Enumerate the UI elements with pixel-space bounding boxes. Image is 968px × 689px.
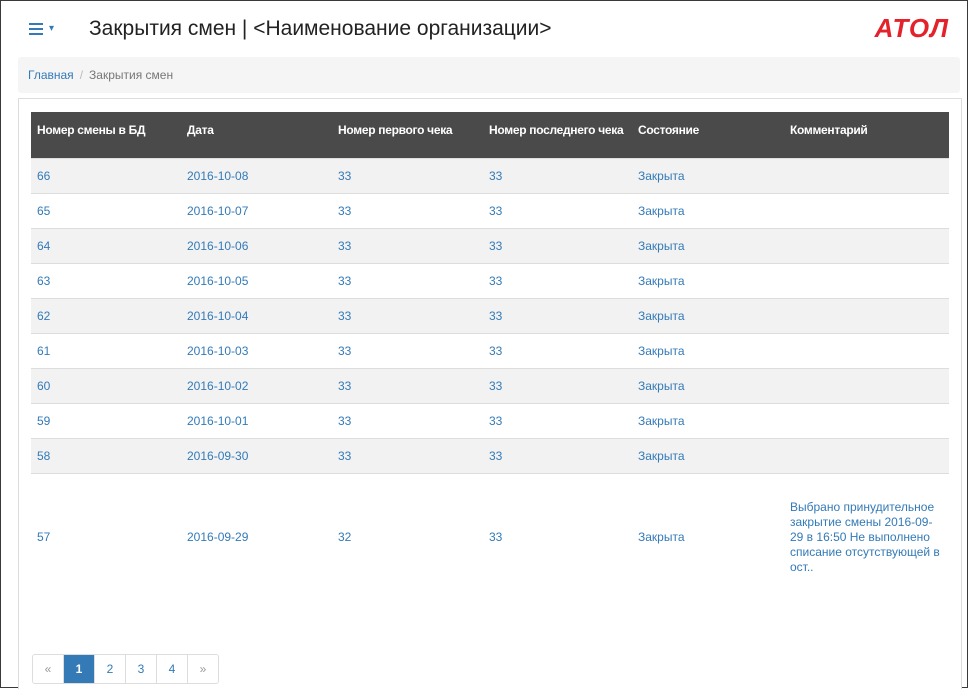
table-row[interactable]: 60 2016-10-02 33 33 Закрыта: [31, 367, 949, 403]
cell-comment[interactable]: [784, 157, 949, 193]
table-row[interactable]: 62 2016-10-04 33 33 Закрыта: [31, 297, 949, 333]
cell-first-receipt[interactable]: 32: [332, 472, 483, 601]
cell-first-receipt[interactable]: 33: [332, 437, 483, 473]
cell-comment[interactable]: [784, 297, 949, 333]
cell-last-receipt[interactable]: 33: [483, 297, 632, 333]
cell-state[interactable]: Закрыта: [632, 367, 784, 403]
cell-comment[interactable]: [784, 402, 949, 438]
cell-comment[interactable]: [784, 332, 949, 368]
cell-last-receipt[interactable]: 33: [483, 472, 632, 601]
cell-comment[interactable]: Выбрано принудительное закрытие смены 20…: [784, 472, 949, 601]
pagination-page-1[interactable]: 1: [63, 655, 94, 683]
cell-comment[interactable]: [784, 192, 949, 228]
table-row[interactable]: 57 2016-09-29 32 33 Закрыта Выбрано прин…: [31, 472, 949, 601]
pagination-prev-button[interactable]: «: [33, 655, 63, 683]
cell-state[interactable]: Закрыта: [632, 402, 784, 438]
column-header-state[interactable]: Состояние: [632, 112, 784, 158]
table-row[interactable]: 63 2016-10-05 33 33 Закрыта: [31, 262, 949, 298]
cell-state[interactable]: Закрыта: [632, 297, 784, 333]
cell-first-receipt[interactable]: 33: [332, 402, 483, 438]
table-row[interactable]: 66 2016-10-08 33 33 Закрыта: [31, 157, 949, 193]
table-header-row: Номер смены в БД Дата Номер первого чека…: [31, 112, 949, 158]
cell-comment[interactable]: [784, 227, 949, 263]
cell-shift-id[interactable]: 64: [31, 227, 181, 263]
cell-shift-id[interactable]: 58: [31, 437, 181, 473]
cell-shift-id[interactable]: 63: [31, 262, 181, 298]
shift-closures-table: Номер смены в БД Дата Номер первого чека…: [31, 112, 949, 601]
cell-last-receipt[interactable]: 33: [483, 157, 632, 193]
cell-shift-id[interactable]: 66: [31, 157, 181, 193]
table-row[interactable]: 58 2016-09-30 33 33 Закрыта: [31, 437, 949, 473]
table-row[interactable]: 61 2016-10-03 33 33 Закрыта: [31, 332, 949, 368]
cell-date[interactable]: 2016-10-08: [181, 157, 332, 193]
cell-last-receipt[interactable]: 33: [483, 402, 632, 438]
cell-date[interactable]: 2016-10-03: [181, 332, 332, 368]
column-header-shift-id[interactable]: Номер смены в БД: [31, 112, 181, 158]
cell-date[interactable]: 2016-10-01: [181, 402, 332, 438]
cell-state[interactable]: Закрыта: [632, 157, 784, 193]
cell-state[interactable]: Закрыта: [632, 262, 784, 298]
app-header: ▾ Закрытия смен | <Наименование организа…: [1, 1, 967, 57]
cell-shift-id[interactable]: 61: [31, 332, 181, 368]
cell-first-receipt[interactable]: 33: [332, 157, 483, 193]
cell-last-receipt[interactable]: 33: [483, 437, 632, 473]
cell-shift-id[interactable]: 57: [31, 472, 181, 601]
cell-date[interactable]: 2016-10-04: [181, 297, 332, 333]
cell-first-receipt[interactable]: 33: [332, 262, 483, 298]
breadcrumb-home-link[interactable]: Главная: [28, 68, 74, 82]
pagination: « 1 2 3 4 »: [32, 654, 219, 684]
column-header-comment[interactable]: Комментарий: [784, 112, 949, 158]
cell-state[interactable]: Закрыта: [632, 437, 784, 473]
cell-last-receipt[interactable]: 33: [483, 227, 632, 263]
cell-last-receipt[interactable]: 33: [483, 192, 632, 228]
menu-toggle-button[interactable]: ▾: [29, 19, 54, 39]
cell-state[interactable]: Закрыта: [632, 332, 784, 368]
cell-comment[interactable]: [784, 367, 949, 403]
breadcrumb-current: Закрытия смен: [89, 68, 174, 82]
cell-shift-id[interactable]: 59: [31, 402, 181, 438]
cell-state[interactable]: Закрыта: [632, 227, 784, 263]
cell-state[interactable]: Закрыта: [632, 472, 784, 601]
cell-date[interactable]: 2016-10-05: [181, 262, 332, 298]
cell-first-receipt[interactable]: 33: [332, 297, 483, 333]
cell-date[interactable]: 2016-10-07: [181, 192, 332, 228]
atol-logo: ATOЛ: [874, 13, 949, 43]
cell-first-receipt[interactable]: 33: [332, 332, 483, 368]
cell-first-receipt[interactable]: 33: [332, 227, 483, 263]
breadcrumb-bar: Главная / Закрытия смен: [18, 57, 960, 93]
cell-last-receipt[interactable]: 33: [483, 332, 632, 368]
cell-state[interactable]: Закрыта: [632, 192, 784, 228]
cell-date[interactable]: 2016-10-02: [181, 367, 332, 403]
table-row[interactable]: 64 2016-10-06 33 33 Закрыта: [31, 227, 949, 263]
breadcrumb: Главная / Закрытия смен: [28, 68, 173, 82]
cell-date[interactable]: 2016-09-29: [181, 472, 332, 601]
cell-last-receipt[interactable]: 33: [483, 367, 632, 403]
cell-first-receipt[interactable]: 33: [332, 192, 483, 228]
column-header-first-receipt[interactable]: Номер первого чека: [332, 112, 483, 158]
cell-shift-id[interactable]: 65: [31, 192, 181, 228]
pagination-page-4[interactable]: 4: [156, 655, 187, 683]
column-header-date[interactable]: Дата: [181, 112, 332, 158]
content-panel: Номер смены в БД Дата Номер первого чека…: [18, 98, 962, 689]
page-title: Закрытия смен | <Наименование организаци…: [89, 17, 552, 40]
hamburger-icon: [29, 23, 43, 35]
breadcrumb-separator: /: [79, 68, 84, 82]
cell-shift-id[interactable]: 62: [31, 297, 181, 333]
pagination-page-2[interactable]: 2: [94, 655, 125, 683]
caret-down-icon: ▾: [49, 23, 55, 34]
pagination-next-button[interactable]: »: [187, 655, 218, 683]
cell-date[interactable]: 2016-09-30: [181, 437, 332, 473]
column-header-last-receipt[interactable]: Номер последнего чека: [483, 112, 632, 158]
table-row[interactable]: 59 2016-10-01 33 33 Закрыта: [31, 402, 949, 438]
cell-first-receipt[interactable]: 33: [332, 367, 483, 403]
cell-shift-id[interactable]: 60: [31, 367, 181, 403]
cell-comment[interactable]: [784, 437, 949, 473]
pagination-page-3[interactable]: 3: [125, 655, 156, 683]
cell-last-receipt[interactable]: 33: [483, 262, 632, 298]
cell-comment[interactable]: [784, 262, 949, 298]
table-row[interactable]: 65 2016-10-07 33 33 Закрыта: [31, 192, 949, 228]
cell-date[interactable]: 2016-10-06: [181, 227, 332, 263]
